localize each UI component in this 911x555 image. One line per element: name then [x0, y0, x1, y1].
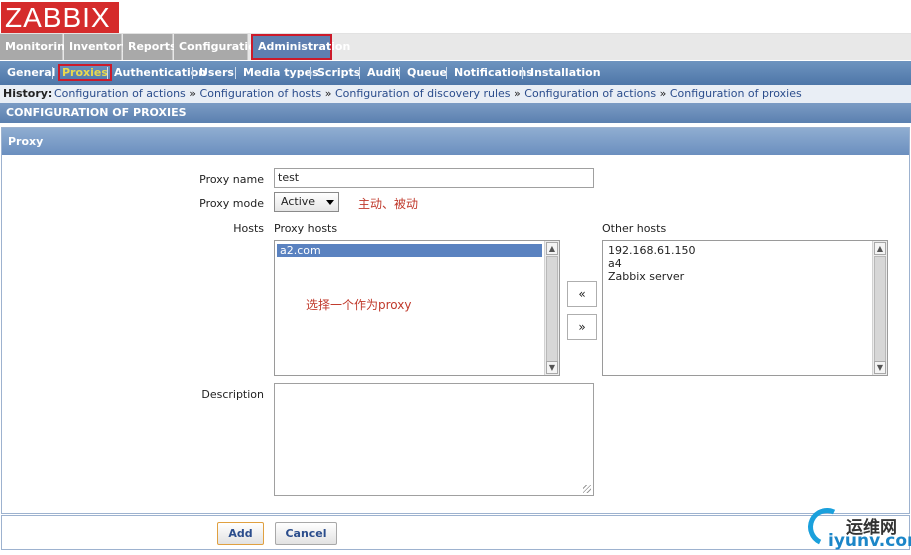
list-item[interactable]: a4 [605, 257, 622, 270]
sub-menu-separator [399, 67, 400, 79]
sub-menu-separator [310, 67, 311, 79]
breadcrumb-separator: » [514, 87, 521, 100]
list-item[interactable]: a2.com [277, 244, 542, 257]
mode-annotation: 主动、被动 [358, 197, 419, 211]
sub-menu-separator [107, 67, 108, 79]
form-title: Proxy [2, 128, 909, 155]
proxy-mode-select[interactable]: Active [274, 192, 339, 212]
main-menu-configuration[interactable]: Configuration [174, 34, 264, 60]
sub-menu-separator [192, 67, 193, 79]
description-label: Description [201, 388, 264, 401]
sub-menu: General Proxies Authentication Users Med… [0, 61, 911, 85]
history-label: History: [3, 87, 53, 100]
main-menu-inventory[interactable]: Inventory [64, 34, 129, 60]
sub-menu-audit[interactable]: Audit [367, 61, 400, 85]
move-left-button[interactable]: « [567, 281, 597, 307]
scroll-up-icon[interactable]: ▲ [874, 242, 886, 255]
main-menu: Monitoring Inventory Reports Configurati… [0, 34, 911, 60]
proxy-name-input[interactable]: test [274, 168, 594, 188]
zabbix-logo[interactable]: ZABBIX [1, 2, 119, 33]
proxy-annotation: 选择一个作为proxy [306, 298, 412, 312]
sub-menu-separator [359, 67, 360, 79]
sub-menu-separator [522, 67, 523, 79]
watermark-text-en: iyunv.com [828, 531, 911, 551]
history-link[interactable]: Configuration of proxies [670, 87, 802, 100]
list-item[interactable]: 192.168.61.150 [605, 244, 695, 257]
cancel-button[interactable]: Cancel [275, 522, 337, 545]
scroll-thumb[interactable] [546, 256, 558, 362]
add-button[interactable]: Add [217, 522, 264, 545]
sub-menu-installation[interactable]: Installation [530, 61, 601, 85]
form-footer [1, 515, 910, 550]
history-link[interactable]: Configuration of discovery rules [335, 87, 511, 100]
scroll-up-icon[interactable]: ▲ [546, 242, 558, 255]
breadcrumb-separator: » [659, 87, 667, 100]
scroll-down-icon[interactable]: ▼ [546, 361, 558, 374]
hosts-label: Hosts [233, 222, 264, 235]
sub-menu-separator [235, 67, 236, 79]
breadcrumb: Configuration of actions » Configuration… [54, 85, 802, 103]
description-textarea[interactable] [274, 383, 594, 496]
sub-menu-queue[interactable]: Queue [407, 61, 447, 85]
proxy-hosts-label: Proxy hosts [274, 222, 338, 235]
chevron-down-icon [326, 200, 334, 205]
history-link[interactable]: Configuration of actions [524, 87, 656, 100]
breadcrumb-separator: » [189, 87, 197, 100]
list-item[interactable]: Zabbix server [605, 270, 684, 283]
scroll-down-icon[interactable]: ▼ [874, 361, 886, 374]
sub-menu-proxies[interactable]: Proxies [58, 64, 112, 81]
proxy-mode-value: Active [281, 195, 316, 208]
main-menu-monitoring[interactable]: Monitoring [0, 34, 73, 60]
sub-menu-users[interactable]: Users [199, 61, 234, 85]
other-hosts-label: Other hosts [602, 222, 667, 235]
resize-grip-icon[interactable] [583, 485, 591, 493]
sub-menu-media-types[interactable]: Media types [243, 61, 319, 85]
main-menu-administration[interactable]: Administration [251, 34, 350, 60]
proxy-name-label: Proxy name [199, 173, 264, 186]
sub-menu-general[interactable]: General [7, 61, 55, 85]
history-bar: History: Configuration of actions » Conf… [0, 85, 911, 103]
proxy-mode-label: Proxy mode [199, 197, 264, 210]
main-menu-reports[interactable]: Reports [123, 34, 177, 60]
breadcrumb-separator: » [324, 87, 332, 100]
sub-menu-scripts[interactable]: Scripts [317, 61, 360, 85]
sub-menu-separator [446, 67, 447, 79]
scrollbar[interactable]: ▲ ▼ [544, 241, 559, 375]
other-hosts-listbox[interactable]: 192.168.61.150 a4 Zabbix server ▲ ▼ [602, 240, 888, 376]
sub-menu-separator [52, 67, 53, 79]
scrollbar[interactable]: ▲ ▼ [872, 241, 887, 375]
page-title: CONFIGURATION OF PROXIES [0, 103, 911, 123]
history-link[interactable]: Configuration of actions [54, 87, 186, 100]
history-link[interactable]: Configuration of hosts [200, 87, 322, 100]
scroll-thumb[interactable] [874, 256, 886, 362]
move-right-button[interactable]: » [567, 314, 597, 340]
